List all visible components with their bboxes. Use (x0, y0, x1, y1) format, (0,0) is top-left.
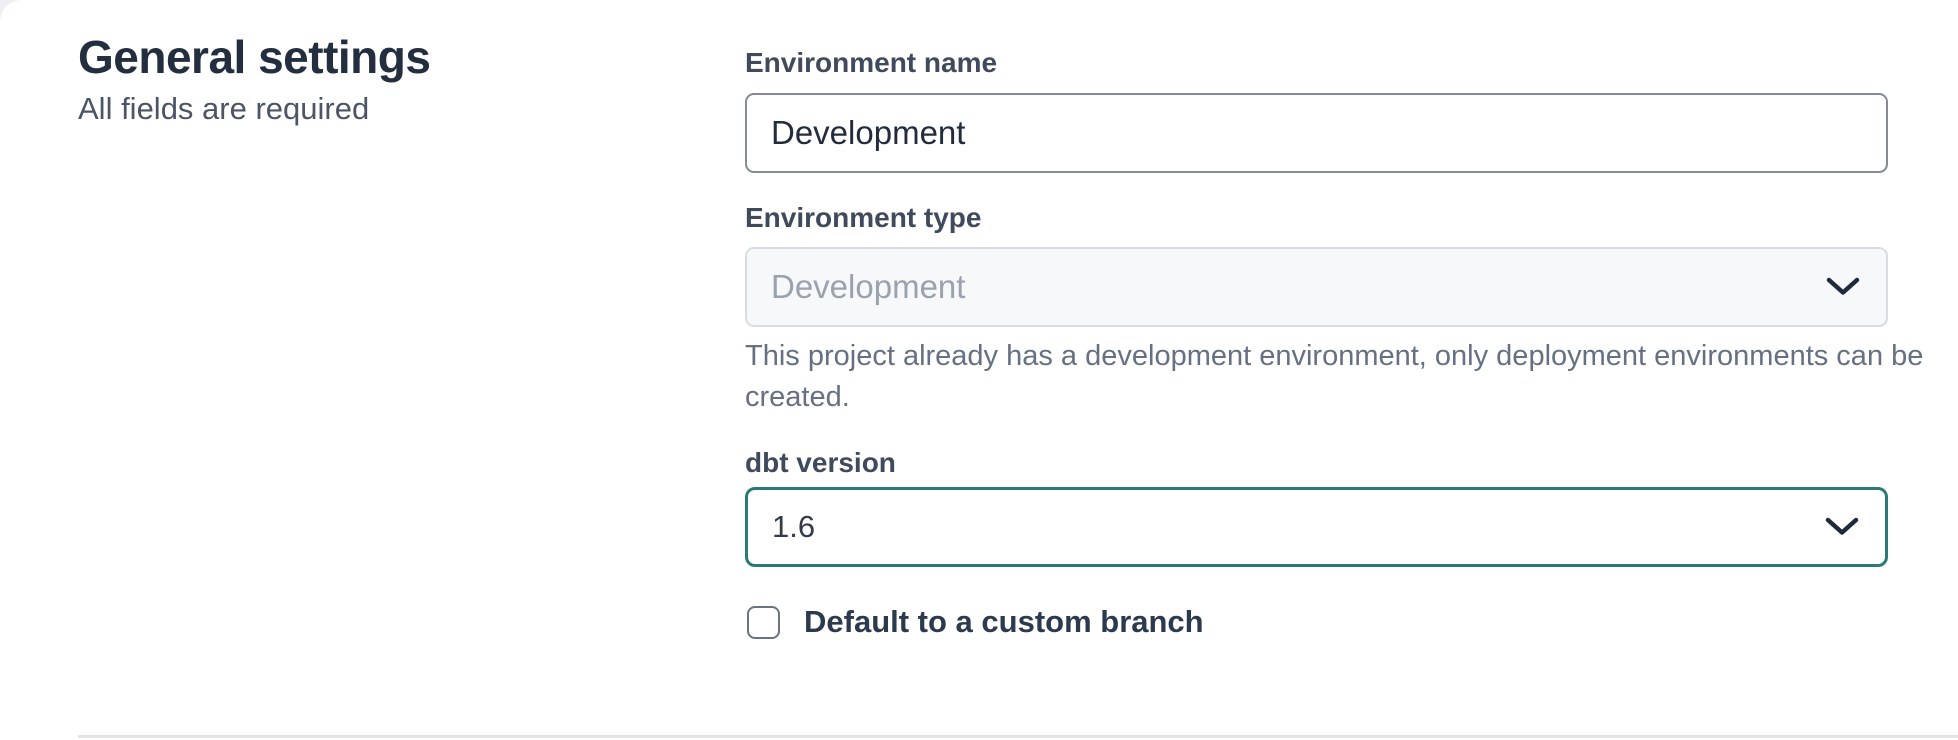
dbt-version-label: dbt version (745, 448, 896, 478)
dbt-version-value: 1.6 (772, 509, 815, 545)
environment-type-help-text: This project already has a development e… (745, 336, 1945, 418)
chevron-down-icon (1825, 517, 1859, 537)
environment-name-input[interactable] (745, 93, 1888, 173)
section-intro: General settings All fields are required (78, 30, 638, 128)
environment-type-label: Environment type (745, 203, 981, 233)
section-divider (78, 735, 1958, 738)
environment-type-value: Development (771, 268, 965, 306)
custom-branch-checkbox[interactable] (747, 606, 780, 639)
page-subtitle: All fields are required (78, 90, 638, 128)
custom-branch-label: Default to a custom branch (804, 604, 1204, 640)
general-settings-card: General settings All fields are required… (0, 0, 1958, 740)
environment-type-select[interactable]: Development (745, 247, 1888, 327)
custom-branch-row[interactable]: Default to a custom branch (747, 604, 1204, 640)
chevron-down-icon (1826, 277, 1860, 297)
page-title: General settings (78, 30, 638, 84)
environment-name-label: Environment name (745, 48, 997, 78)
dbt-version-select[interactable]: 1.6 (745, 487, 1888, 567)
